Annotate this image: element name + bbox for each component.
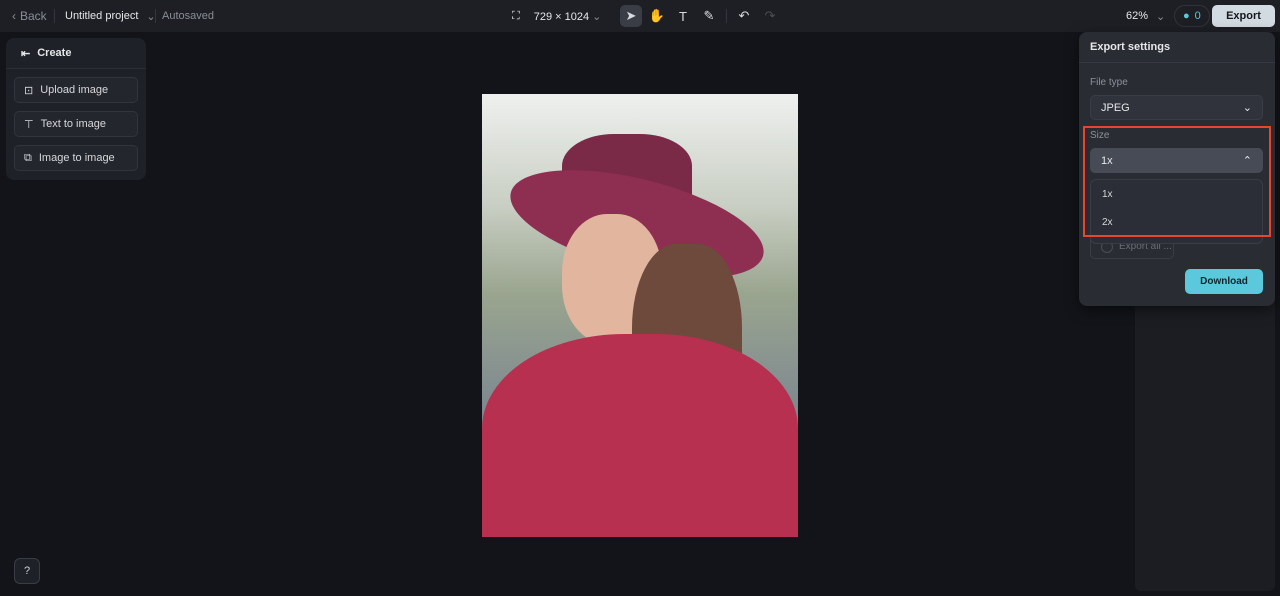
button-label: Upload image bbox=[40, 84, 109, 96]
project-title: Untitled project bbox=[65, 10, 139, 22]
export-button[interactable]: Export bbox=[1212, 5, 1275, 27]
collapse-icon[interactable]: ⇤ bbox=[21, 47, 30, 60]
text-to-image-icon: ⊤ bbox=[24, 118, 34, 131]
zoom-level: 62% bbox=[1126, 10, 1149, 22]
canvas-size: 729 × 1024 bbox=[533, 10, 590, 23]
redo-icon[interactable]: ↷ bbox=[759, 5, 781, 27]
project-title-dropdown[interactable]: Untitled project ⌄ bbox=[65, 10, 156, 23]
top-bar: ‹ Back Untitled project ⌄ Autosaved ⛶ 729 … bbox=[0, 0, 1280, 32]
button-label: Text to image bbox=[40, 118, 107, 130]
credits-count: 0 bbox=[1194, 10, 1201, 22]
text-tool-icon[interactable]: T bbox=[672, 5, 694, 27]
chevron-down-icon: ⌄ bbox=[592, 10, 602, 23]
create-title: Create bbox=[37, 47, 72, 59]
divider bbox=[54, 9, 55, 23]
divider bbox=[726, 9, 727, 23]
resize-icon[interactable]: ⛶ bbox=[512, 10, 520, 23]
image-to-image-icon: ⧉ bbox=[24, 151, 32, 164]
brush-tool-icon[interactable]: ✎ bbox=[698, 5, 720, 27]
canvas-image[interactable] bbox=[482, 94, 798, 537]
credits-icon: ● bbox=[1183, 10, 1190, 22]
help-icon[interactable]: ? bbox=[14, 558, 40, 584]
divider bbox=[155, 9, 156, 23]
back-label: Back bbox=[20, 9, 47, 23]
create-panel: ⇤ Create ⊡ Upload image ⊤ Text to image ⧉ Im… bbox=[6, 38, 146, 180]
download-button[interactable]: Download bbox=[1185, 269, 1263, 294]
canvas-size-dropdown[interactable]: 729 × 1024 ⌄ bbox=[534, 10, 602, 23]
file-type-select[interactable]: JPEG ⌄ bbox=[1090, 95, 1263, 120]
chevron-down-icon: ⌄ bbox=[1242, 102, 1252, 114]
select-tool-icon[interactable]: ➤ bbox=[620, 5, 642, 27]
chevron-down-icon: ⌄ bbox=[1156, 10, 1166, 23]
autosave-status: Autosaved bbox=[162, 10, 214, 22]
file-type-value: JPEG bbox=[1101, 101, 1130, 114]
text-to-image-button[interactable]: ⊤ Text to image bbox=[14, 111, 138, 137]
hand-tool-icon[interactable]: ✋ bbox=[646, 5, 668, 27]
upload-image-icon: ⊡ bbox=[24, 84, 34, 97]
image-to-image-button[interactable]: ⧉ Image to image bbox=[14, 145, 138, 171]
popover-title: Export settings bbox=[1079, 32, 1275, 63]
credits-badge[interactable]: ● 0 bbox=[1174, 5, 1210, 27]
button-label: Image to image bbox=[38, 152, 115, 164]
upload-image-button[interactable]: ⊡ Upload image bbox=[14, 77, 138, 103]
back-button[interactable]: ‹ Back bbox=[12, 9, 47, 23]
undo-icon[interactable]: ↶ bbox=[733, 5, 755, 27]
chevron-left-icon: ‹ bbox=[12, 9, 16, 23]
zoom-dropdown[interactable]: 62% ⌄ bbox=[1126, 10, 1165, 23]
highlight-box bbox=[1083, 126, 1271, 237]
file-type-label: File type bbox=[1090, 77, 1128, 88]
